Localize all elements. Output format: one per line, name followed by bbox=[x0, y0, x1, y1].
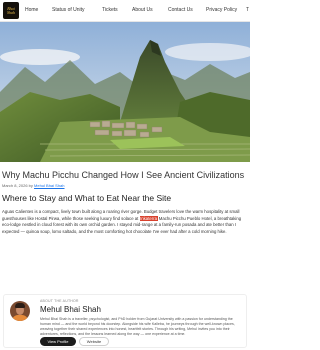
about-author-label: ABOUT THE AUTHOR bbox=[40, 299, 79, 303]
article-paragraph: Aguas Calientes is a compact, lively tow… bbox=[2, 209, 248, 235]
machu-picchu-illustration bbox=[0, 22, 250, 162]
avatar-shirt bbox=[12, 315, 28, 321]
nav-home[interactable]: Home bbox=[25, 7, 38, 13]
avatar-hair bbox=[15, 303, 25, 308]
site-logo[interactable]: Bhai Shah bbox=[3, 2, 19, 19]
hero-image bbox=[0, 22, 250, 162]
nav-privacy-policy[interactable]: Privacy Policy bbox=[206, 7, 237, 13]
article-date: March 8, 2026 by bbox=[2, 183, 33, 188]
website-button[interactable]: Website bbox=[79, 337, 109, 346]
nav-about-us[interactable]: About Us bbox=[132, 7, 153, 13]
highlighted-word: Inkaterra bbox=[139, 215, 158, 221]
logo-text-bottom: Shah bbox=[7, 9, 15, 15]
navbar: Bhai Shah Home Status of Unity Tickets A… bbox=[0, 0, 250, 22]
section-heading: Where to Stay and What to Eat Near the S… bbox=[2, 193, 172, 203]
author-card: ABOUT THE AUTHOR Mehul Bhai Shah Mehul B… bbox=[3, 294, 247, 348]
nav-more[interactable]: T bbox=[246, 7, 249, 13]
author-avatar bbox=[10, 301, 30, 321]
author-name: Mehul Bhai Shah bbox=[40, 305, 101, 314]
view-profile-button[interactable]: View Profile bbox=[40, 337, 76, 346]
nav-status-of-unity[interactable]: Status of Unity bbox=[52, 7, 85, 13]
nav-contact-us[interactable]: Contact Us bbox=[168, 7, 193, 13]
article-title: Why Machu Picchu Changed How I See Ancie… bbox=[2, 170, 245, 180]
nav-tickets[interactable]: Tickets bbox=[102, 7, 118, 13]
article-byline: March 8, 2026 by Mehul Bhai Shah bbox=[2, 183, 65, 188]
author-link[interactable]: Mehul Bhai Shah bbox=[34, 183, 64, 188]
author-bio: Mehul Bhai Shah is a traveller, psycholo… bbox=[40, 317, 235, 336]
